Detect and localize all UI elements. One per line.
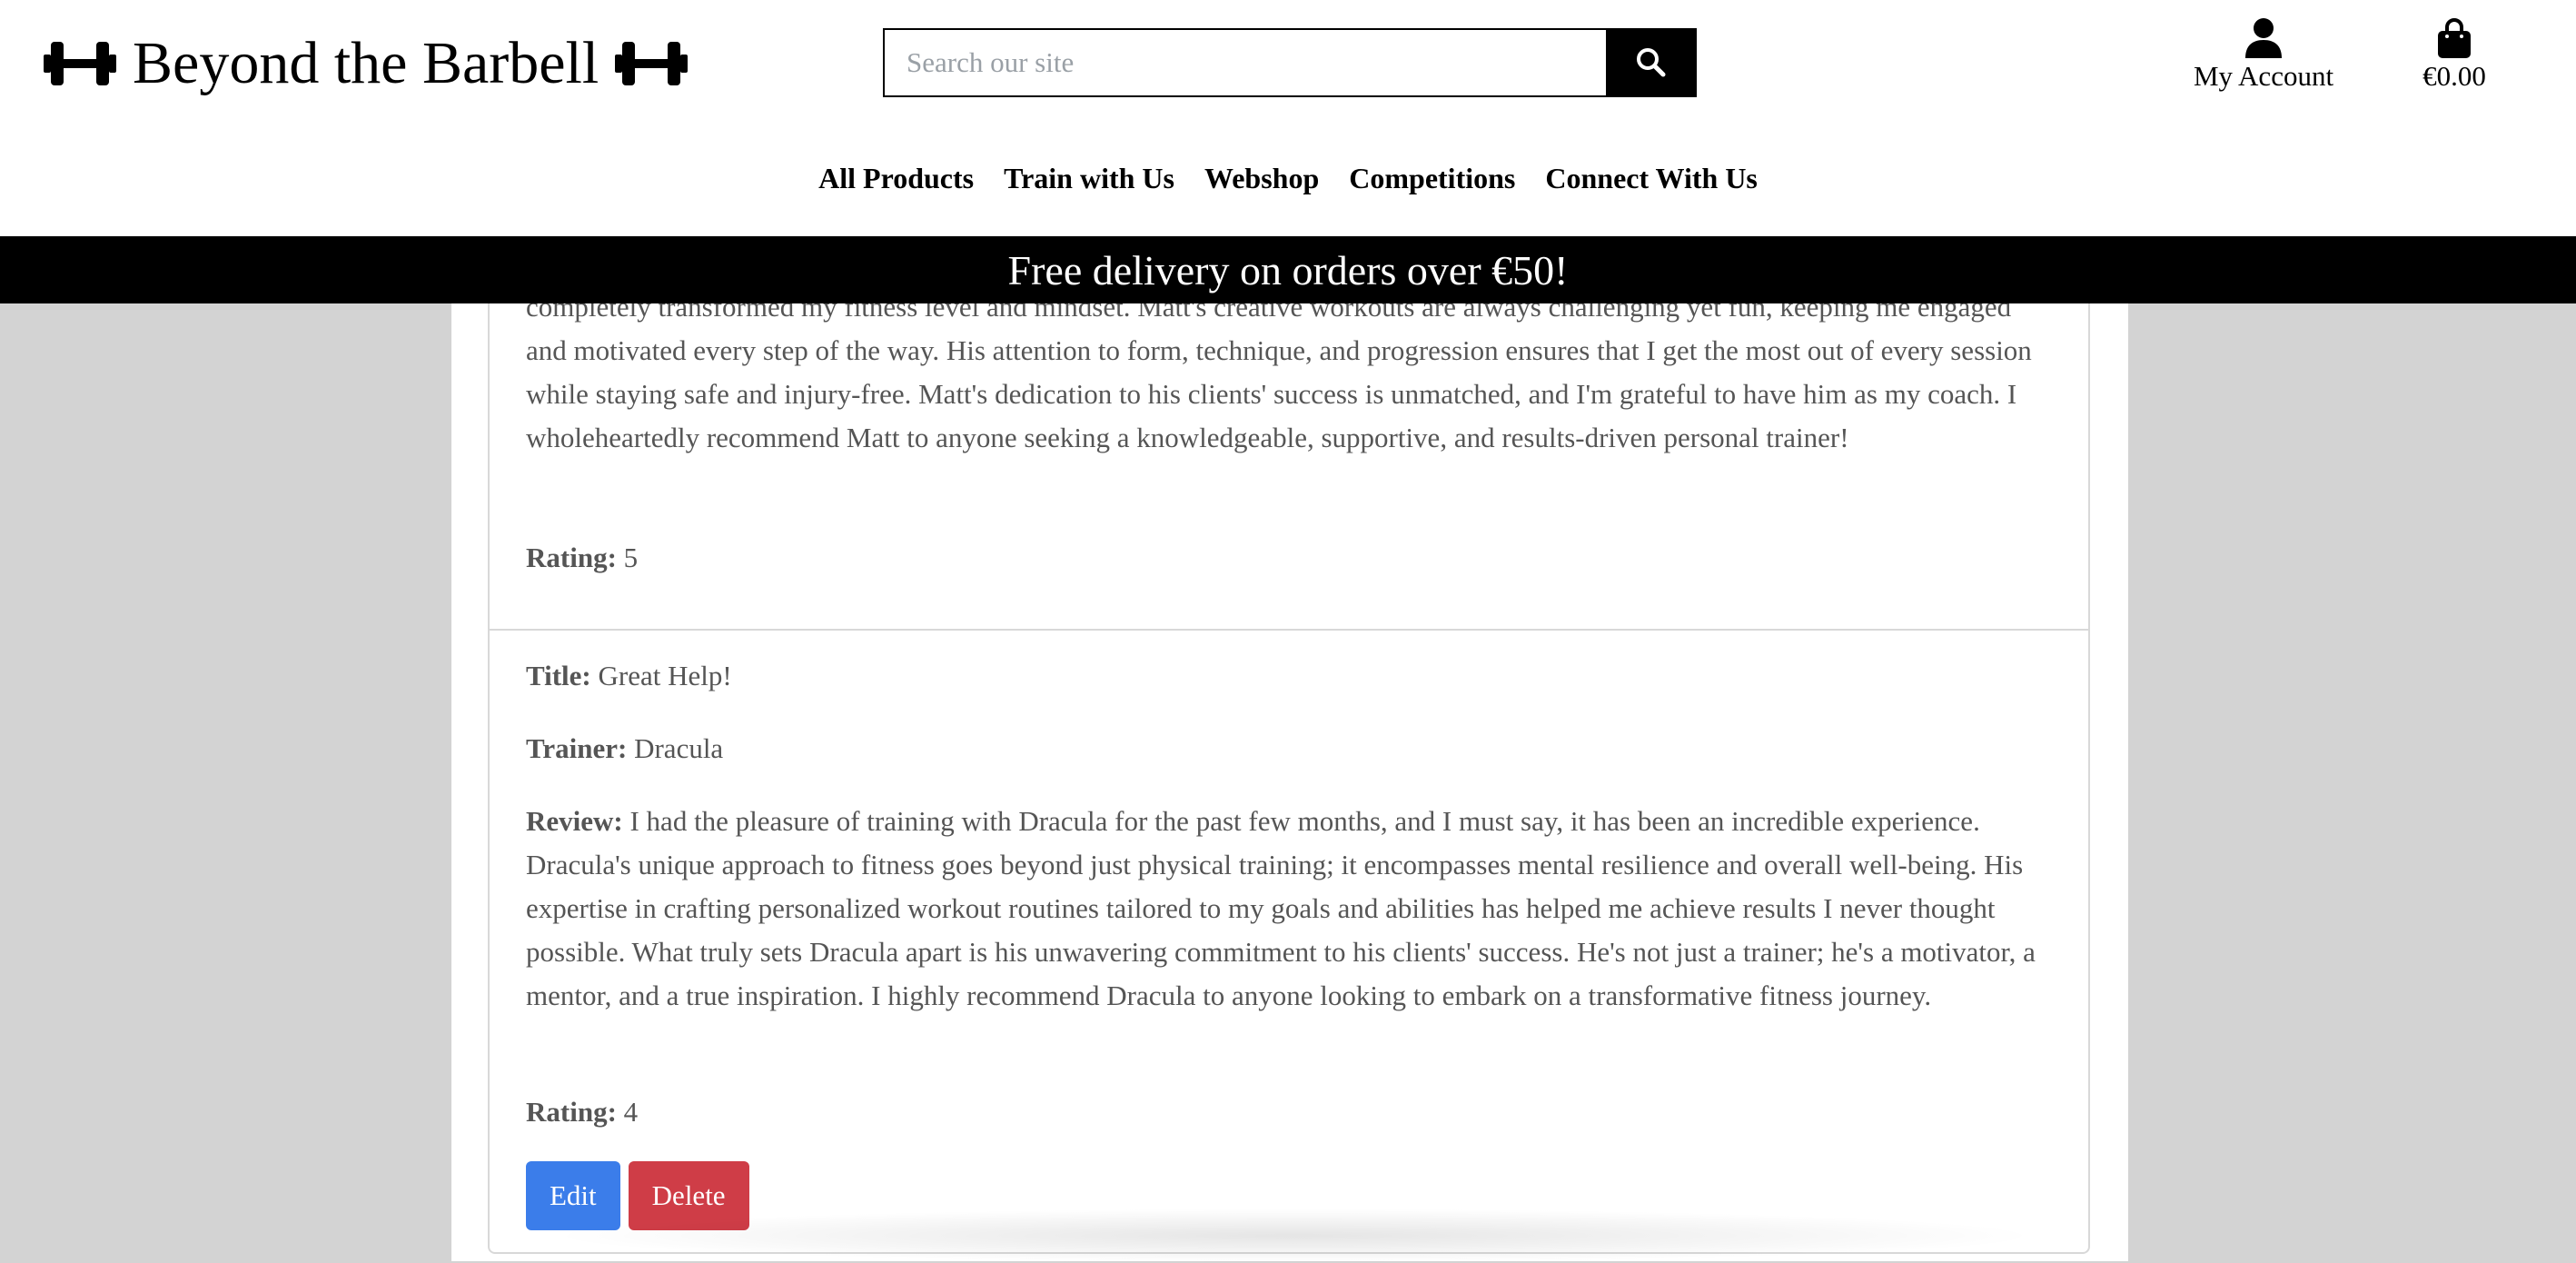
- review-body: I had the pleasure of training with Drac…: [526, 805, 2036, 1011]
- main-nav: All Products Train with Us Webshop Compe…: [0, 162, 2576, 195]
- title-value: Great Help!: [598, 660, 732, 691]
- site-logo[interactable]: Beyond the Barbell: [44, 25, 689, 102]
- review-text: Review: I had the pleasure of training w…: [526, 800, 2052, 1018]
- review-rating: Rating: 4: [526, 1090, 638, 1134]
- brand-name: Beyond the Barbell: [133, 30, 599, 96]
- site-header: Beyond the Barbell Search our site My Ac…: [0, 0, 2576, 236]
- my-account-link[interactable]: My Account: [2191, 18, 2336, 93]
- review-rating: Rating: 5: [526, 536, 638, 580]
- dumbbell-icon: [615, 38, 689, 89]
- nav-item-all-products[interactable]: All Products: [818, 162, 974, 195]
- rating-label: Rating:: [526, 542, 617, 573]
- user-icon: [2191, 18, 2336, 58]
- card-shadow: [545, 1208, 2044, 1263]
- search-button[interactable]: [1606, 30, 1695, 95]
- trainer-value: Dracula: [634, 732, 724, 764]
- rating-label: Rating:: [526, 1096, 617, 1128]
- account-label: My Account: [2193, 60, 2334, 92]
- nav-item-competitions[interactable]: Competitions: [1349, 162, 1515, 195]
- review-item: Title: Great Help! Trainer: Dracula Revi…: [490, 631, 2088, 1252]
- review-trainer: Trainer: Dracula: [526, 727, 723, 771]
- trainer-label: Trainer:: [526, 732, 628, 764]
- search-icon: [1635, 46, 1666, 80]
- review-label: Review:: [526, 805, 623, 837]
- cart-total: €0.00: [2422, 60, 2486, 92]
- shopping-bag-icon: [2409, 18, 2500, 58]
- dumbbell-icon: [44, 38, 116, 89]
- nav-item-webshop[interactable]: Webshop: [1204, 162, 1319, 195]
- title-label: Title:: [526, 660, 591, 691]
- review-text: completely transformed my fitness level …: [526, 291, 2032, 453]
- rating-value: 4: [623, 1096, 639, 1128]
- delivery-banner: Free delivery on orders over €50!: [0, 236, 2576, 303]
- review-title: Title: Great Help!: [526, 654, 732, 698]
- nav-item-train-with-us[interactable]: Train with Us: [1004, 162, 1174, 195]
- nav-item-connect-with-us[interactable]: Connect With Us: [1545, 162, 1758, 195]
- rating-value: 5: [623, 542, 639, 573]
- banner-text: Free delivery on orders over €50!: [1007, 246, 1569, 293]
- search-input[interactable]: [885, 30, 1606, 95]
- search-bar: [883, 28, 1697, 97]
- shopping-bag-link[interactable]: €0.00: [2409, 18, 2500, 93]
